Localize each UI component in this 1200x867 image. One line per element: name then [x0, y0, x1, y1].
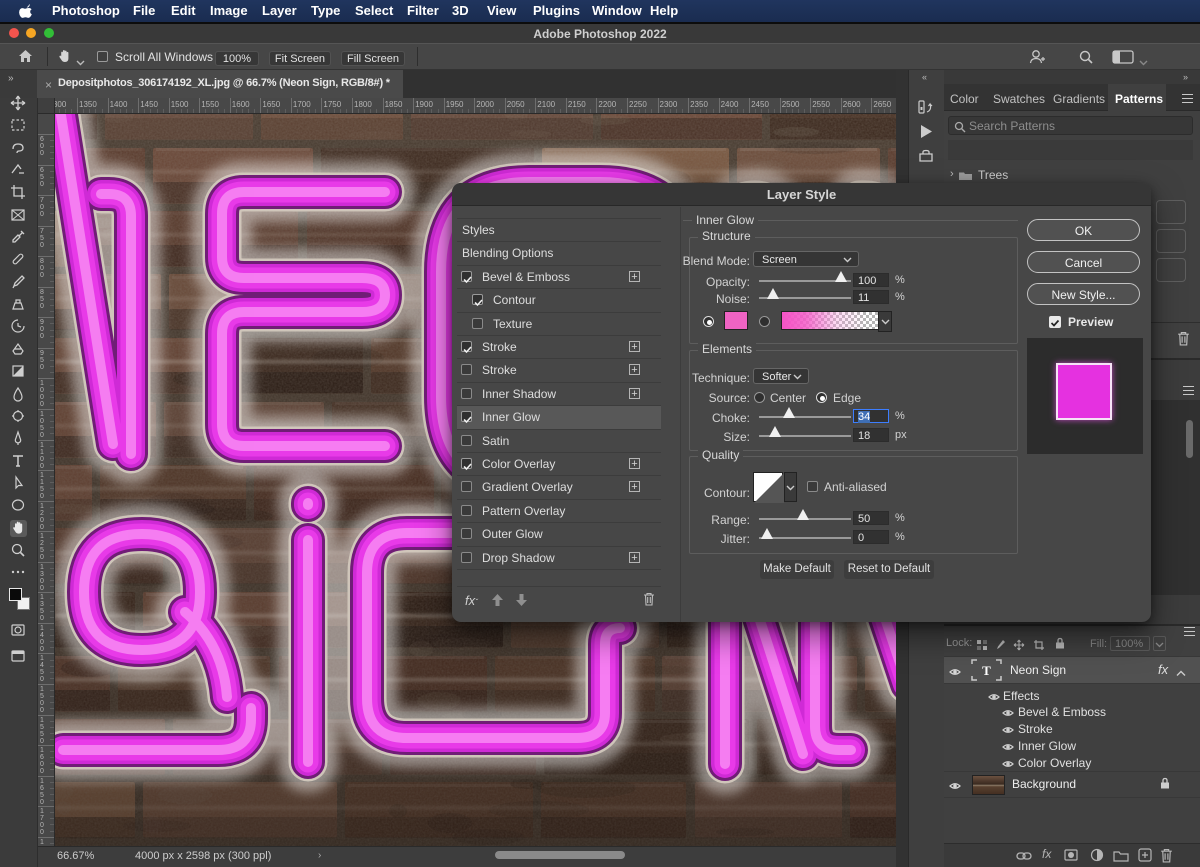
svg-text:T: T: [982, 663, 991, 678]
